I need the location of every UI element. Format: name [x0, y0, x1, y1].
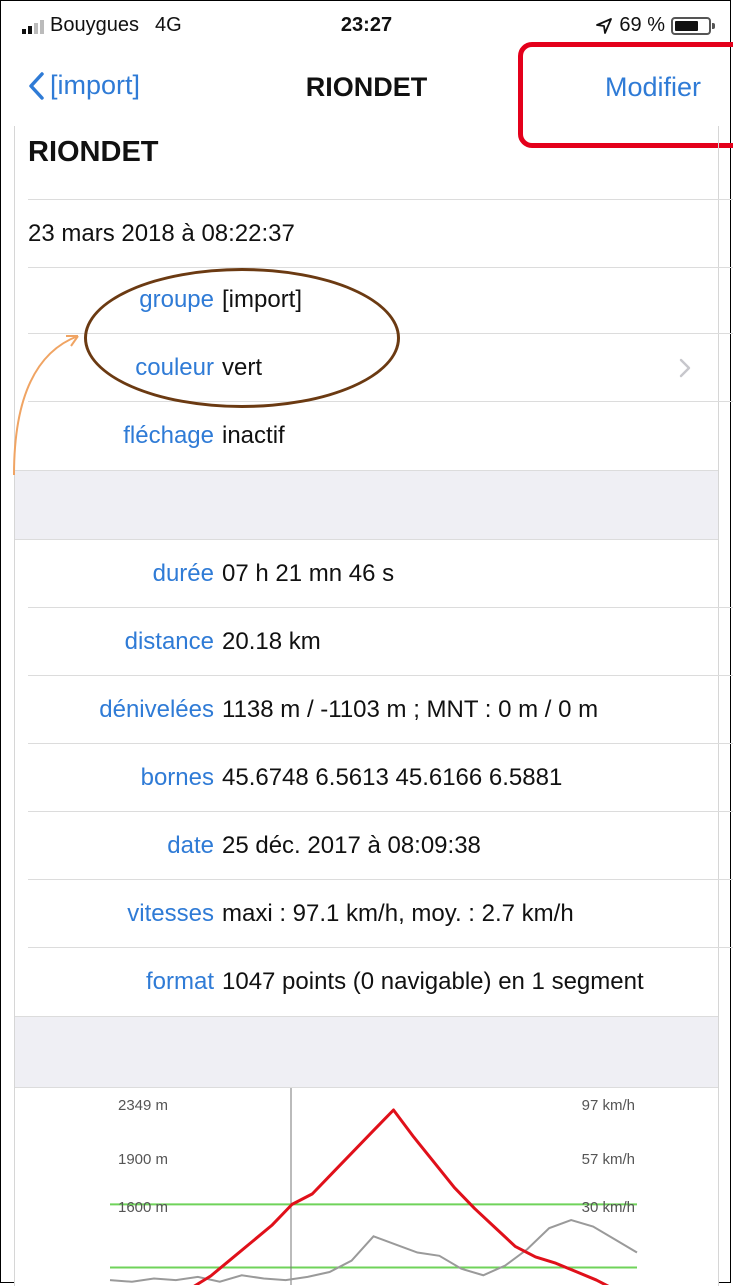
- date-row: date 25 déc. 2017 à 08:09:38: [28, 812, 733, 880]
- elevation-value: 1138 m / -1103 m ; MNT : 0 m / 0 m: [222, 696, 599, 723]
- speed-label: vitesses: [127, 900, 214, 927]
- created-date: 23 mars 2018 à 08:22:37: [28, 220, 295, 247]
- elevation-speed-chart: 2349 m 1900 m 1600 m 97 km/h 57 km/h 30 km/h: [15, 1088, 718, 1285]
- chart-svg: 2349 m 1900 m 1600 m 97 km/h 57 km/h 30 km/h: [109, 1088, 638, 1285]
- chart-left-tick-1: 1900 m: [118, 1151, 168, 1168]
- status-bar: Bouygues 4G 23:27 69 %: [0, 0, 733, 52]
- duration-row: durée 07 h 21 mn 46 s: [28, 540, 733, 608]
- format-row: format 1047 points (0 navigable) en 1 se…: [28, 948, 733, 1016]
- chart-series-elevation: [193, 1108, 610, 1285]
- section-separator-2: [15, 1016, 718, 1088]
- arrows-value: inactif: [222, 422, 285, 449]
- navigation-bar: [import] RIONDET Modifier: [0, 52, 733, 130]
- duration-label: durée: [152, 560, 214, 587]
- chart-series-speed: [109, 1218, 638, 1283]
- speed-value: maxi : 97.1 km/h, moy. : 2.7 km/h: [222, 900, 574, 927]
- chart-right-tick-0: 97 km/h: [582, 1097, 635, 1114]
- track-name: RIONDET: [28, 136, 159, 168]
- format-label: format: [145, 968, 214, 995]
- chart-right-tick-2: 30 km/h: [582, 1199, 635, 1216]
- elevation-row: dénivelées 1138 m / -1103 m ; MNT : 0 m …: [28, 676, 733, 744]
- format-value: 1047 points (0 navigable) en 1 segment: [222, 968, 644, 995]
- created-row: 23 mars 2018 à 08:22:37: [28, 200, 733, 268]
- elevation-label: dénivelées: [99, 696, 214, 723]
- bounds-value: 45.6748 6.5613 45.6166 6.5881: [222, 764, 563, 791]
- group-value: [import]: [222, 286, 303, 313]
- chart-left-tick-2: 1600 m: [118, 1199, 168, 1216]
- speed-row: vitesses maxi : 97.1 km/h, moy. : 2.7 km…: [28, 880, 733, 948]
- distance-label: distance: [124, 628, 214, 655]
- date-value: 25 déc. 2017 à 08:09:38: [222, 832, 481, 859]
- chevron-right-icon: [679, 358, 691, 378]
- arrows-row[interactable]: fléchage inactif: [28, 402, 733, 470]
- track-name-row: RIONDET: [28, 120, 733, 200]
- color-row[interactable]: couleur vert: [28, 334, 733, 402]
- chart-right-tick-1: 57 km/h: [582, 1151, 635, 1168]
- date-label: date: [167, 832, 214, 859]
- annotation-arrow: [13, 335, 79, 476]
- group-row[interactable]: groupe [import]: [28, 266, 733, 334]
- battery-percent: 69 %: [619, 14, 665, 36]
- color-value: vert: [222, 354, 263, 381]
- battery-icon: [671, 16, 715, 35]
- chart-left-tick-0: 2349 m: [118, 1097, 168, 1114]
- distance-row: distance 20.18 km: [28, 608, 733, 676]
- duration-value: 07 h 21 mn 46 s: [222, 560, 395, 587]
- distance-value: 20.18 km: [222, 628, 321, 655]
- location-arrow-icon: [596, 17, 613, 34]
- bounds-row: bornes 45.6748 6.5613 45.6166 6.5881: [28, 744, 733, 812]
- edit-button[interactable]: Modifier: [605, 72, 701, 103]
- section-separator-1: [15, 470, 718, 540]
- bounds-label: bornes: [140, 764, 214, 791]
